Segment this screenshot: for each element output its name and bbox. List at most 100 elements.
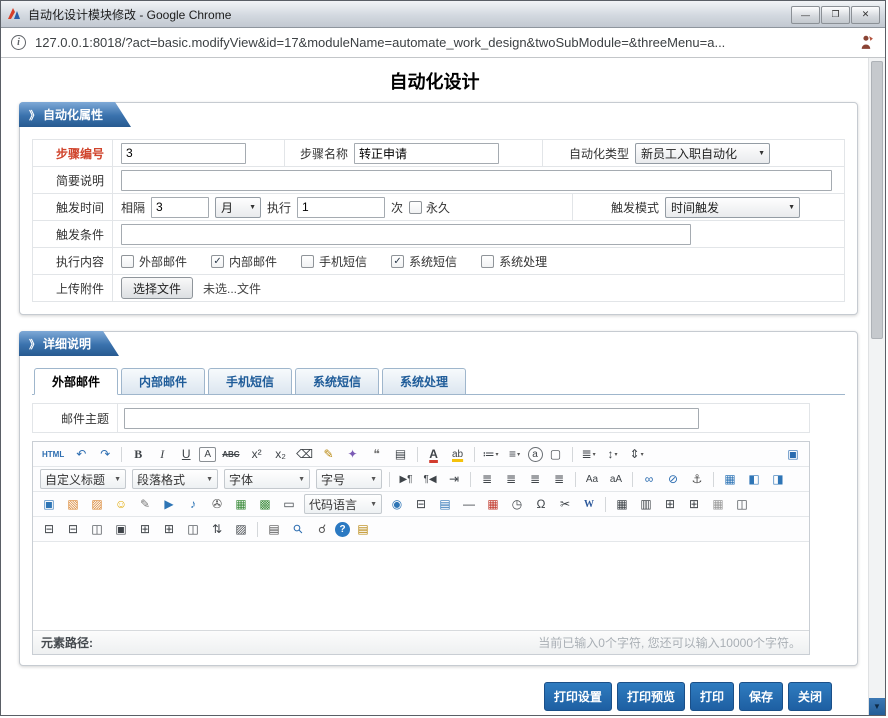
link-icon[interactable]: ∞ xyxy=(638,469,660,489)
tab-system-sms[interactable]: 系统短信 xyxy=(295,368,379,394)
special-chars-icon[interactable]: Ω xyxy=(530,494,552,514)
scrollbar-thumb[interactable] xyxy=(871,61,883,339)
trigger-condition-input[interactable] xyxy=(121,224,691,245)
brief-input[interactable] xyxy=(121,170,832,191)
interval-unit-select[interactable]: 月 ▼ xyxy=(215,197,261,218)
drafts-icon[interactable]: ▤ xyxy=(352,519,374,539)
insert-row-icon[interactable]: ⊞ xyxy=(659,494,681,514)
external-mail-checkbox[interactable] xyxy=(121,255,134,268)
tab-system-process[interactable]: 系统处理 xyxy=(382,368,466,394)
subscript-icon[interactable]: x₂ xyxy=(270,444,292,464)
merge-right-icon[interactable]: ◫ xyxy=(731,494,753,514)
blockquote-icon[interactable]: ❝ xyxy=(366,444,388,464)
fullscreen-icon[interactable]: ▣ xyxy=(782,444,804,464)
paste-plain-icon[interactable]: ▤ xyxy=(390,444,412,464)
direction-rtl-icon[interactable]: ¶◀ xyxy=(419,469,441,489)
close-window-button[interactable]: ✕ xyxy=(851,6,880,24)
table-title-icon[interactable]: ▥ xyxy=(635,494,657,514)
split-to-rows-icon[interactable]: ⊞ xyxy=(134,519,156,539)
split-cells-icon[interactable]: ◫ xyxy=(182,519,204,539)
auto-type-select[interactable]: 新员工入职自动化 ▼ xyxy=(635,143,770,164)
insert-video-icon[interactable]: ▶ xyxy=(158,494,180,514)
search-replace-icon[interactable]: ☌ xyxy=(311,519,333,539)
paragraph-heading-icon[interactable]: ≣▾ xyxy=(578,444,600,464)
preview-icon[interactable]: ⚲ xyxy=(283,517,313,542)
anchor-icon[interactable]: ⚓ xyxy=(686,469,708,489)
unlink-icon[interactable]: ⊘ xyxy=(662,469,684,489)
merge-cells-icon[interactable]: ▣ xyxy=(110,519,132,539)
emotion-icon[interactable]: ☺ xyxy=(110,494,132,514)
split-to-cols-icon[interactable]: ⊞ xyxy=(158,519,180,539)
redo-icon[interactable]: ↷ xyxy=(94,444,116,464)
delete-table-icon[interactable]: ▦ xyxy=(707,494,729,514)
table-shade-icon[interactable]: ▨ xyxy=(230,519,252,539)
attachment-icon[interactable]: ✇ xyxy=(206,494,228,514)
trigger-mode-select[interactable]: 时间触发 ▼ xyxy=(665,197,800,218)
insert-image-icon[interactable]: ▨ xyxy=(86,494,108,514)
system-sms-checkbox[interactable]: ✓ xyxy=(391,255,404,268)
map-icon[interactable]: ▦ xyxy=(230,494,252,514)
to-lowercase-icon[interactable]: aA xyxy=(605,469,627,489)
auto-typeset-icon[interactable]: ✦ xyxy=(342,444,364,464)
baidu-map-icon[interactable]: ▩ xyxy=(254,494,276,514)
print-preview-button[interactable]: 打印预览 xyxy=(617,682,685,711)
scrawl-icon[interactable]: ✎ xyxy=(134,494,156,514)
ordered-list-icon[interactable]: ≔▾ xyxy=(480,444,502,464)
minimize-button[interactable]: — xyxy=(791,6,820,24)
table-sort-icon[interactable]: ⇅ xyxy=(206,519,228,539)
remove-format-icon[interactable]: ⌫ xyxy=(294,444,316,464)
select-all-icon[interactable]: a xyxy=(528,447,543,462)
extension-icon[interactable] xyxy=(858,34,875,51)
close-page-button[interactable]: 关闭 xyxy=(788,682,832,711)
print-settings-button[interactable]: 打印设置 xyxy=(544,682,612,711)
image-layout-left-icon[interactable]: ◧ xyxy=(743,469,765,489)
italic-icon[interactable]: I xyxy=(151,444,173,464)
html-source-icon[interactable]: HTML xyxy=(38,444,68,464)
help-icon[interactable]: ? xyxy=(335,522,350,537)
underline-icon[interactable]: U xyxy=(175,444,197,464)
font-border-icon[interactable]: A xyxy=(199,447,216,462)
maximize-button[interactable]: ❐ xyxy=(821,6,850,24)
scrollbar-down-arrow[interactable]: ▼ xyxy=(869,698,885,715)
font-color-icon[interactable]: A xyxy=(423,444,445,464)
tab-mobile-sms[interactable]: 手机短信 xyxy=(208,368,292,394)
tab-external-mail[interactable]: 外部邮件 xyxy=(34,368,118,395)
music-icon[interactable]: ♪ xyxy=(182,494,204,514)
image-upload-icon[interactable]: ▧ xyxy=(62,494,84,514)
interval-input[interactable] xyxy=(151,197,209,218)
indent-icon[interactable]: ⇥ xyxy=(443,469,465,489)
direction-ltr-icon[interactable]: ▶¶ xyxy=(395,469,417,489)
date-icon[interactable]: ▦ xyxy=(482,494,504,514)
align-justify-icon[interactable]: ≣ xyxy=(548,469,570,489)
insert-frame-icon[interactable]: ▣ xyxy=(38,494,60,514)
internal-mail-checkbox[interactable]: ✓ xyxy=(211,255,224,268)
choose-file-button[interactable]: 选择文件 xyxy=(121,277,193,299)
print-button[interactable]: 打印 xyxy=(690,682,734,711)
to-uppercase-icon[interactable]: Aa xyxy=(581,469,603,489)
exec-times-input[interactable] xyxy=(297,197,385,218)
superscript-icon[interactable]: x² xyxy=(246,444,268,464)
step-name-input[interactable] xyxy=(354,143,499,164)
delete-row-icon[interactable]: ⊟ xyxy=(38,519,60,539)
merge-down-icon[interactable]: ◫ xyxy=(86,519,108,539)
clear-doc-icon[interactable]: ▢ xyxy=(545,444,567,464)
pagebreak-icon[interactable]: ⊟ xyxy=(410,494,432,514)
page-scrollbar[interactable]: ▼ xyxy=(868,58,885,715)
step-number-input[interactable] xyxy=(121,143,246,164)
insert-iframe-icon[interactable]: ▭ xyxy=(278,494,300,514)
font-family-select[interactable]: 字体▼ xyxy=(224,469,310,489)
highlight-color-icon[interactable]: ab xyxy=(447,444,469,464)
print-icon[interactable]: ▤ xyxy=(263,519,285,539)
editor-content-area[interactable] xyxy=(33,542,809,630)
template-icon[interactable]: ▤ xyxy=(434,494,456,514)
strikethrough-icon[interactable]: ABC xyxy=(218,444,243,464)
snapscreen-icon[interactable]: ✂ xyxy=(554,494,576,514)
align-right-icon[interactable]: ≣ xyxy=(524,469,546,489)
time-icon[interactable]: ◷ xyxy=(506,494,528,514)
align-left-icon[interactable]: ≣ xyxy=(476,469,498,489)
save-button[interactable]: 保存 xyxy=(739,682,783,711)
word-image-icon[interactable]: W xyxy=(578,494,600,514)
custom-title-select[interactable]: 自定义标题▼ xyxy=(40,469,126,489)
font-size-select[interactable]: 字号▼ xyxy=(316,469,382,489)
system-process-checkbox[interactable] xyxy=(481,255,494,268)
